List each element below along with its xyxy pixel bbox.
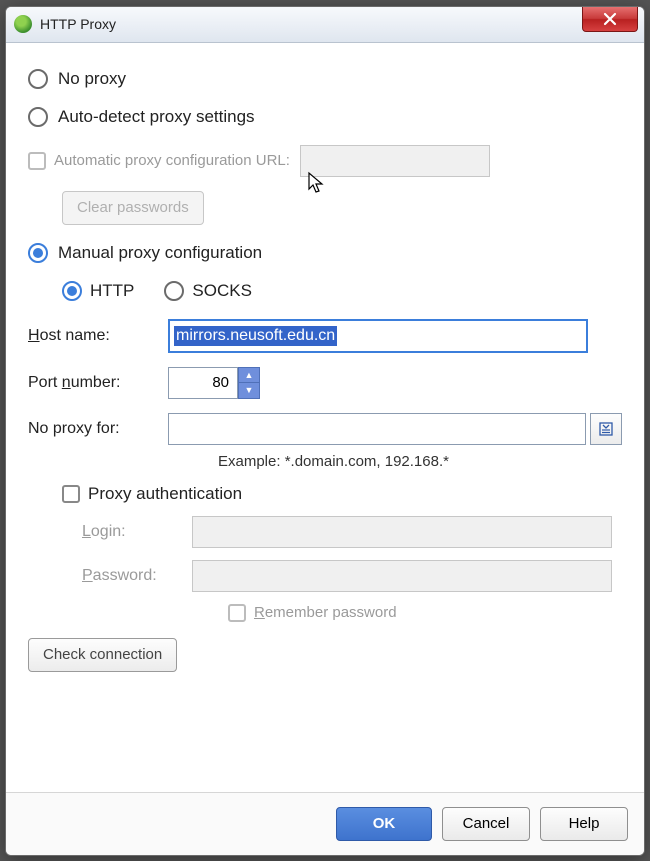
window-title: HTTP Proxy: [40, 16, 116, 32]
host-input[interactable]: mirrors.neusoft.edu.cn: [168, 319, 588, 353]
help-button[interactable]: Help: [540, 807, 628, 841]
radio-icon: [62, 281, 82, 301]
remember-password-label: Remember password: [254, 604, 397, 621]
noproxy-list-button[interactable]: [590, 413, 622, 445]
noproxy-input[interactable]: [168, 413, 586, 445]
check-connection-button[interactable]: Check connection: [28, 638, 177, 672]
host-value-selected: mirrors.neusoft.edu.cn: [174, 326, 337, 346]
radio-http-label: HTTP: [90, 281, 134, 301]
password-input: [192, 560, 612, 592]
noproxy-row: No proxy for:: [28, 413, 622, 445]
dialog-footer: OK Cancel Help: [6, 792, 644, 855]
proxy-auth-checkbox-row[interactable]: Proxy authentication: [62, 484, 622, 504]
close-button[interactable]: [582, 6, 638, 32]
proxy-auth-label: Proxy authentication: [88, 484, 242, 504]
login-input: [192, 516, 612, 548]
radio-icon: [164, 281, 184, 301]
radio-auto-detect[interactable]: Auto-detect proxy settings: [28, 107, 622, 127]
http-proxy-dialog: HTTP Proxy No proxy Auto-detect proxy se…: [5, 6, 645, 856]
radio-icon: [28, 107, 48, 127]
titlebar: HTTP Proxy: [6, 7, 644, 43]
host-row: Host name: mirrors.neusoft.edu.cn: [28, 319, 622, 353]
app-icon: [14, 15, 32, 33]
radio-manual[interactable]: Manual proxy configuration: [28, 243, 622, 263]
auto-url-row: Automatic proxy configuration URL:: [28, 145, 622, 177]
radio-no-proxy[interactable]: No proxy: [28, 69, 622, 89]
login-row: Login:: [82, 516, 622, 548]
dialog-content: No proxy Auto-detect proxy settings Auto…: [6, 43, 644, 792]
password-row: Password:: [82, 560, 622, 592]
proxy-auth-checkbox[interactable]: [62, 485, 80, 503]
password-label: Password:: [82, 567, 192, 585]
noproxy-example: Example: *.domain.com, 192.168.*: [218, 453, 622, 470]
protocol-group: HTTP SOCKS: [62, 281, 622, 301]
noproxy-label: No proxy for:: [28, 420, 168, 438]
radio-http[interactable]: HTTP: [62, 281, 134, 301]
radio-no-proxy-label: No proxy: [58, 69, 126, 89]
radio-socks-label: SOCKS: [192, 281, 252, 301]
radio-icon: [28, 69, 48, 89]
auto-url-label: Automatic proxy configuration URL:: [54, 152, 290, 169]
port-row: Port number: ▲ ▼: [28, 367, 622, 399]
ok-button[interactable]: OK: [336, 807, 432, 841]
spin-up-icon[interactable]: ▲: [239, 368, 259, 384]
port-input[interactable]: [168, 367, 238, 399]
spin-down-icon[interactable]: ▼: [239, 383, 259, 398]
radio-socks[interactable]: SOCKS: [164, 281, 252, 301]
close-icon: [603, 12, 617, 26]
port-label: Port number:: [28, 374, 168, 392]
clear-passwords-button: Clear passwords: [62, 191, 204, 225]
radio-manual-label: Manual proxy configuration: [58, 243, 262, 263]
list-edit-icon: [598, 421, 614, 437]
host-label: Host name:: [28, 327, 168, 345]
auto-url-input: [300, 145, 490, 177]
remember-password-row: Remember password: [228, 604, 622, 622]
auto-url-checkbox: [28, 152, 46, 170]
login-label: Login:: [82, 523, 192, 541]
remember-password-checkbox: [228, 604, 246, 622]
cancel-button[interactable]: Cancel: [442, 807, 530, 841]
port-spinner[interactable]: ▲ ▼: [168, 367, 260, 399]
radio-icon: [28, 243, 48, 263]
radio-auto-detect-label: Auto-detect proxy settings: [58, 107, 255, 127]
spinner-buttons[interactable]: ▲ ▼: [238, 367, 260, 399]
